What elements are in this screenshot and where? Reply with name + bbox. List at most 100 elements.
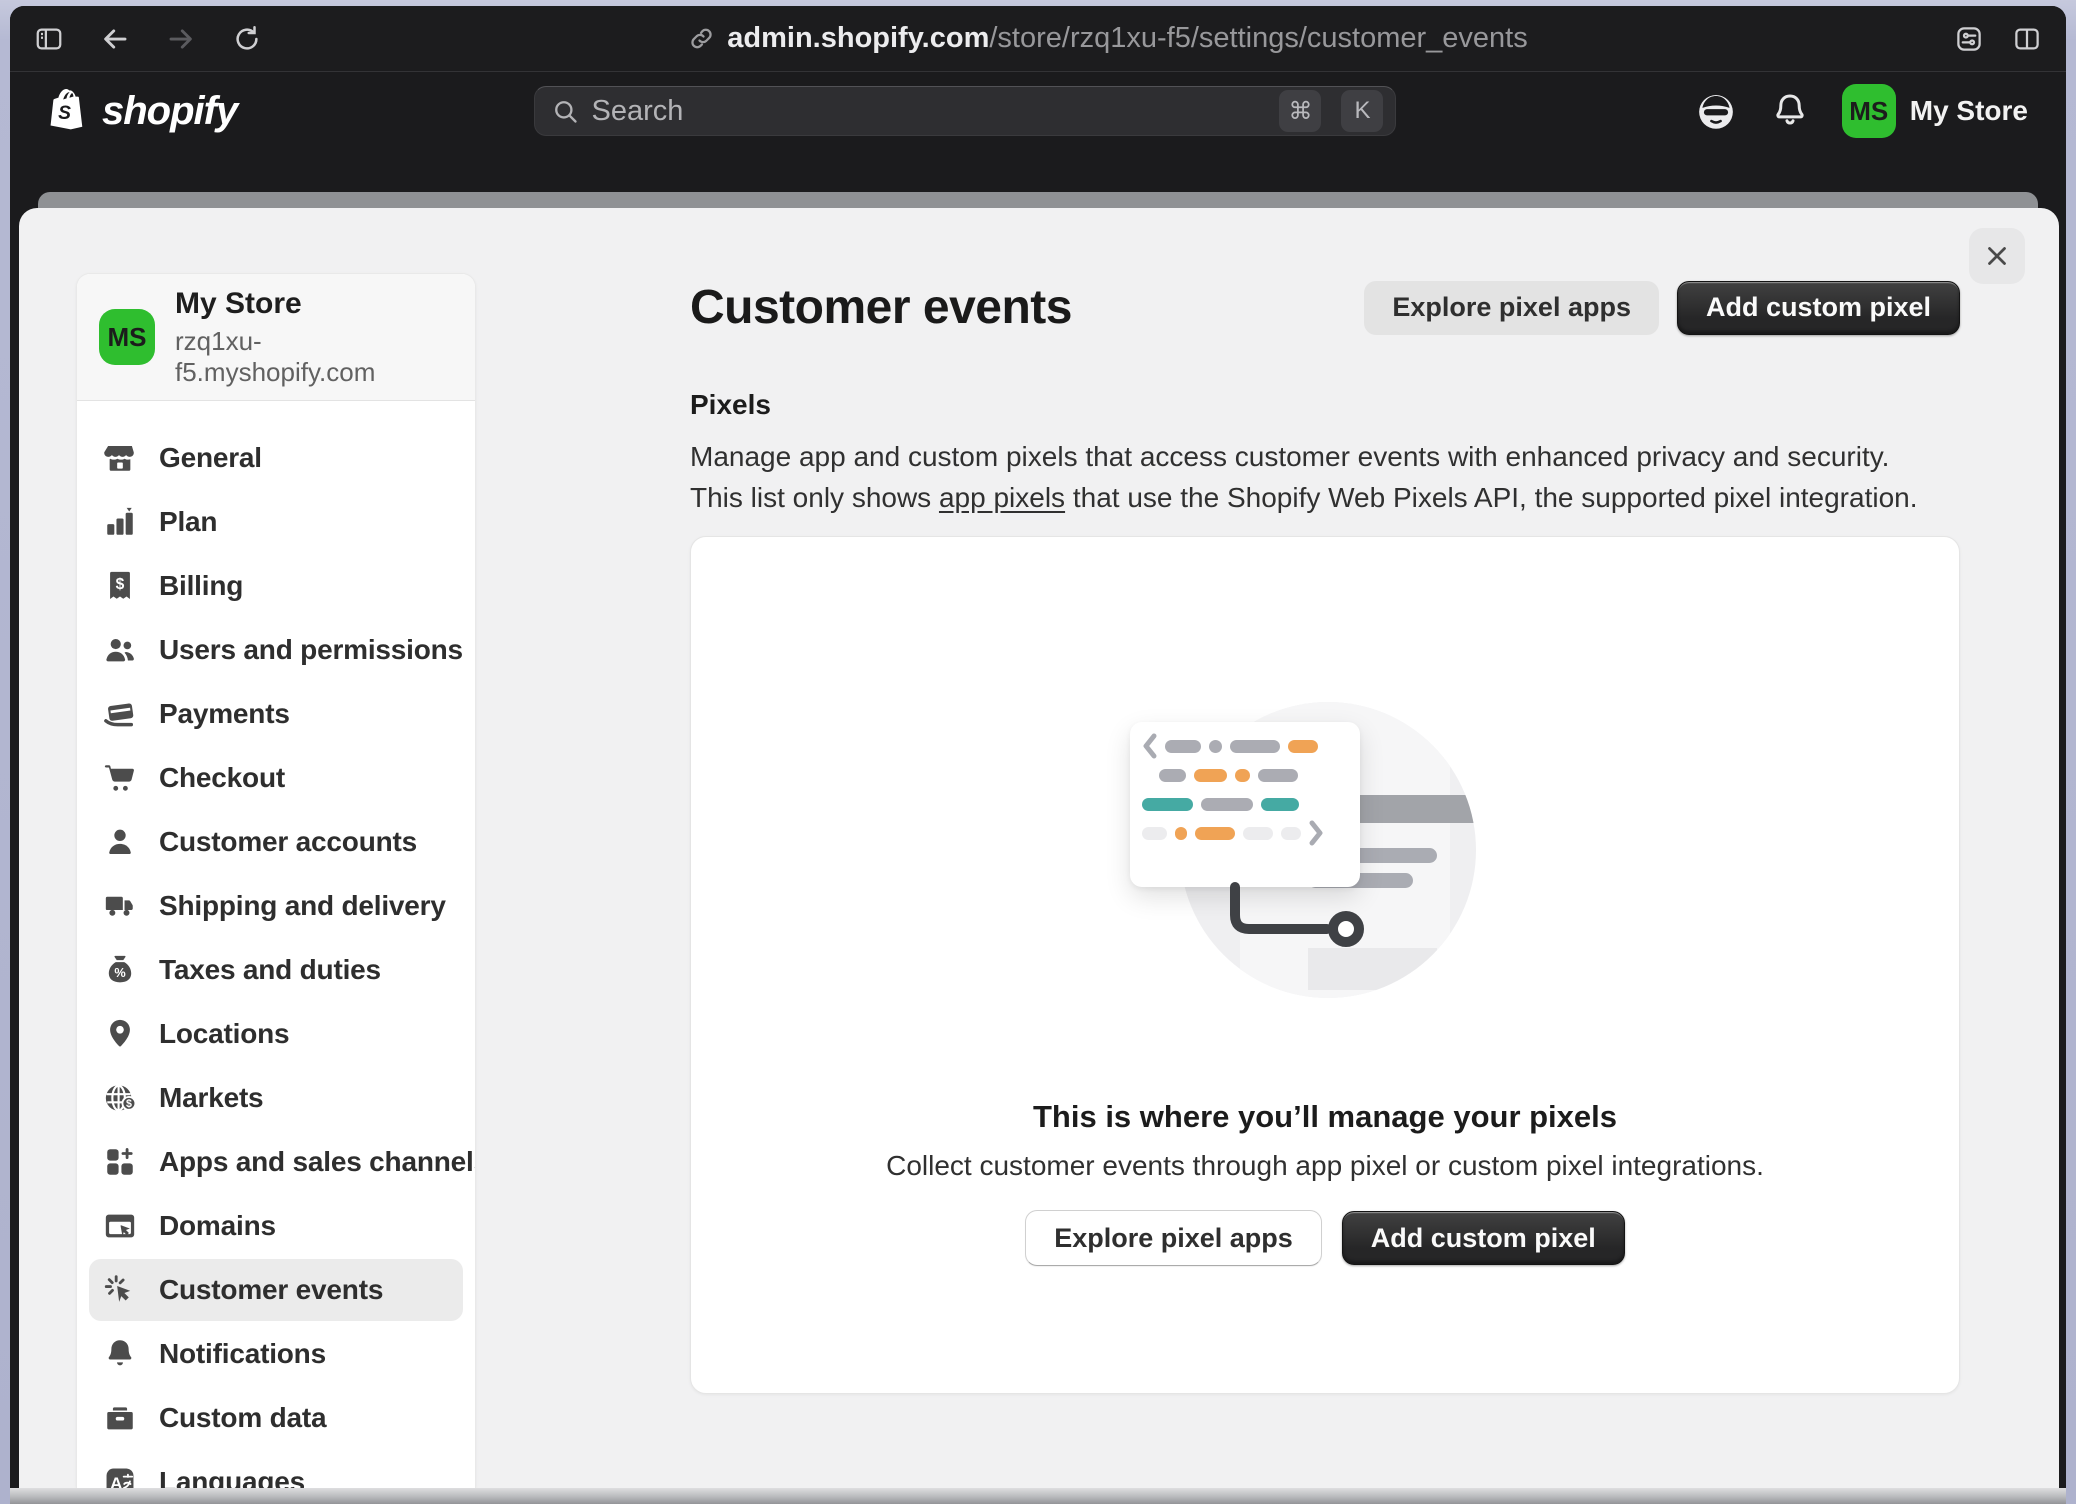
page-settings-icon[interactable] [1954, 24, 1984, 54]
sidebar-item-customer-accounts[interactable]: Customer accounts [89, 811, 463, 873]
empty-state-heading: This is where you’ll manage your pixels [1033, 1099, 1617, 1135]
pixels-illustration [995, 667, 1655, 1087]
sidebar-item-billing[interactable]: $ Billing [89, 555, 463, 617]
svg-text:%: % [114, 965, 125, 980]
close-button[interactable] [1969, 228, 2025, 284]
pixels-empty-state-card: This is where you’ll manage your pixels … [690, 536, 1960, 1394]
settings-modal-backdrop: MS My Store rzq1xu-f5.myshopify.com Gene… [10, 150, 2066, 1504]
users-icon [103, 633, 137, 667]
description-text: that use the Shopify Web Pixels API, the… [1065, 482, 1917, 513]
sidebar-item-custom-data[interactable]: Custom data [89, 1387, 463, 1449]
sidebar-item-taxes[interactable]: % Taxes and duties [89, 939, 463, 1001]
sidebar-item-languages[interactable]: A Languages [89, 1451, 463, 1488]
sidebar-toggle-icon[interactable] [34, 24, 64, 54]
pixels-section-description: Manage app and custom pixels that access… [690, 437, 1935, 518]
sidebar-item-notifications[interactable]: Notifications [89, 1323, 463, 1385]
sidebar-item-label: Customer events [159, 1274, 383, 1306]
sidebar-item-shipping[interactable]: Shipping and delivery [89, 875, 463, 937]
sidebar-item-label: Custom data [159, 1402, 326, 1434]
sidebar-item-label: General [159, 442, 262, 474]
back-icon[interactable] [100, 24, 130, 54]
apps-grid-icon [103, 1145, 137, 1179]
settings-sidebar: MS My Store rzq1xu-f5.myshopify.com Gene… [76, 273, 476, 1488]
bell-icon [103, 1337, 137, 1371]
plan-chart-icon [103, 505, 137, 539]
sidekick-icon[interactable] [1694, 89, 1738, 133]
translate-icon: A [103, 1465, 137, 1488]
settings-nav: General Plan $ Billing [77, 401, 475, 1488]
sidebar-item-domains[interactable]: Domains [89, 1195, 463, 1257]
close-icon [1982, 241, 2012, 271]
forward-icon[interactable] [166, 24, 196, 54]
data-box-icon [103, 1401, 137, 1435]
settings-content: Customer events Explore pixel apps Add c… [690, 208, 1960, 1488]
sidebar-item-label: Users and permissions [159, 634, 463, 666]
notifications-bell-icon[interactable] [1770, 91, 1810, 131]
store-card[interactable]: MS My Store rzq1xu-f5.myshopify.com [77, 274, 475, 401]
account-menu[interactable]: MS My Store [1842, 84, 2028, 138]
sidebar-item-markets[interactable]: $ Markets [89, 1067, 463, 1129]
add-custom-pixel-button[interactable]: Add custom pixel [1677, 281, 1960, 335]
sidebar-item-label: Checkout [159, 762, 285, 794]
browser-toolbar: admin.shopify.com/store/rzq1xu-f5/settin… [10, 6, 2066, 72]
truck-icon [103, 889, 137, 923]
sidebar-item-general[interactable]: General [89, 427, 463, 489]
search-icon [551, 97, 579, 125]
sidebar-item-customer-events[interactable]: Customer events [89, 1259, 463, 1321]
map-pin-icon [103, 1017, 137, 1051]
sidebar-item-label: Taxes and duties [159, 954, 381, 986]
url-path: /store/rzq1xu-f5/settings/customer_event… [989, 22, 1527, 54]
global-search[interactable]: ⌘ K [534, 86, 1396, 136]
sidebar-item-plan[interactable]: Plan [89, 491, 463, 553]
svg-text:S: S [58, 103, 71, 124]
app-header: S shopify ⌘ K [10, 72, 2066, 150]
svg-text:$: $ [126, 1098, 132, 1110]
globe-dollar-icon: $ [103, 1081, 137, 1115]
store-avatar: MS [99, 309, 155, 365]
sidebar-item-checkout[interactable]: Checkout [89, 747, 463, 809]
shopify-bag-icon: S [48, 87, 92, 135]
sidebar-item-label: Shipping and delivery [159, 890, 446, 922]
sidebar-item-label: Customer accounts [159, 826, 417, 858]
sidebar-item-label: Plan [159, 506, 217, 538]
sidebar-item-label: Billing [159, 570, 243, 602]
store-domain: rzq1xu-f5.myshopify.com [175, 326, 453, 388]
cart-icon [103, 761, 137, 795]
reload-icon[interactable] [232, 24, 262, 54]
cursor-click-icon [103, 1273, 137, 1307]
add-custom-pixel-button[interactable]: Add custom pixel [1342, 1211, 1625, 1265]
app-pixels-link[interactable]: app pixels [939, 482, 1065, 513]
sidebar-item-label: Markets [159, 1082, 263, 1114]
sidebar-item-label: Apps and sales channels [159, 1146, 476, 1178]
storefront-icon [103, 441, 137, 475]
sidebar-item-payments[interactable]: Payments [89, 683, 463, 745]
search-input[interactable] [591, 95, 1267, 128]
account-store-name: My Store [1910, 95, 2028, 127]
person-icon [103, 825, 137, 859]
sidebar-item-apps-channels[interactable]: Apps and sales channels [89, 1131, 463, 1193]
svg-text:$: $ [116, 576, 125, 593]
url-host: admin.shopify.com [727, 22, 989, 54]
kbd-k: K [1341, 90, 1383, 132]
connector-line [995, 667, 1655, 1087]
address-bar[interactable]: admin.shopify.com/store/rzq1xu-f5/settin… [262, 22, 1954, 55]
sidebar-item-label: Locations [159, 1018, 289, 1050]
tax-bag-icon: % [103, 953, 137, 987]
shopify-logo[interactable]: S shopify [48, 87, 237, 135]
sidebar-item-users-permissions[interactable]: Users and permissions [89, 619, 463, 681]
window-bottom-edge [10, 1488, 2066, 1504]
store-name: My Store [175, 287, 453, 321]
svg-text:A: A [110, 1474, 122, 1488]
link-icon [688, 25, 715, 52]
kbd-cmd: ⌘ [1279, 90, 1321, 132]
explore-pixel-apps-button[interactable]: Explore pixel apps [1025, 1210, 1322, 1266]
browser-window-icon [103, 1209, 137, 1243]
sidebar-item-label: Notifications [159, 1338, 326, 1370]
sidebar-item-label: Languages [159, 1466, 305, 1488]
explore-pixel-apps-button[interactable]: Explore pixel apps [1364, 281, 1659, 335]
sidebar-item-locations[interactable]: Locations [89, 1003, 463, 1065]
sidebar-item-label: Payments [159, 698, 290, 730]
payments-icon [103, 697, 137, 731]
sidebar-item-label: Domains [159, 1210, 276, 1242]
split-view-icon[interactable] [2012, 24, 2042, 54]
